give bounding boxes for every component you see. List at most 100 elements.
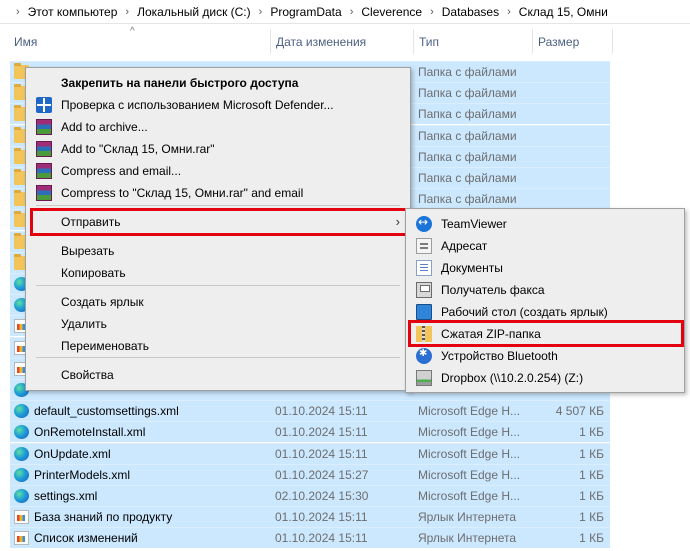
file-name: База знаний по продукту	[34, 510, 173, 525]
link-icon	[14, 531, 29, 546]
fax-icon	[416, 282, 432, 298]
file-date: 01.10.2024 15:11	[275, 510, 368, 525]
menu-add-to-archive-item[interactable]: Add to archive...	[26, 116, 410, 138]
zip-folder-highlight-box	[408, 320, 684, 347]
menu-item-label: Compress and email...	[61, 164, 182, 178]
breadcrumb-item-databases[interactable]: Databases	[442, 5, 499, 19]
submenu-item-label: Получатель факса	[441, 283, 545, 297]
menu-item-label: Создать ярлык	[61, 295, 144, 309]
file-type: Папка с файлами	[418, 171, 517, 185]
file-size: 4 507 КБ	[555, 404, 604, 419]
edge-icon	[14, 489, 29, 503]
menu-separator	[36, 357, 400, 358]
submenu-item-label: Адресат	[441, 239, 488, 253]
submenu-item-label: TeamViewer	[441, 217, 507, 231]
submenu-documents-item[interactable]: Документы	[406, 257, 684, 279]
file-row[interactable]: default_customsettings.xml 01.10.2024 15:…	[10, 400, 610, 422]
menu-item-label: Проверка с использованием Microsoft Defe…	[61, 98, 334, 112]
breadcrumb-item-cleverence[interactable]: Cleverence	[361, 5, 422, 19]
file-date: 01.10.2024 15:11	[275, 425, 368, 440]
menu-item-label: Закрепить на панели быстрого доступа	[61, 76, 299, 90]
link-icon	[14, 510, 29, 525]
breadcrumb-item-this-pc[interactable]: Этот компьютер	[28, 5, 118, 19]
bluetooth-icon	[416, 348, 432, 364]
file-type: Ярлык Интернета	[418, 531, 517, 546]
submenu-mail-recipient-item[interactable]: Адресат	[406, 235, 684, 257]
breadcrumb-separator: ›	[125, 5, 130, 18]
menu-item-label: Удалить	[61, 317, 107, 331]
file-name: settings.xml	[34, 489, 98, 503]
menu-compress-email-item[interactable]: Compress and email...	[26, 160, 410, 182]
winrar-icon	[36, 185, 52, 201]
submenu-fax-recipient-item[interactable]: Получатель факса	[406, 279, 684, 301]
menu-item-label: Копировать	[61, 266, 126, 280]
breadcrumb-separator: ›	[507, 5, 511, 18]
menu-cut-item[interactable]: Вырезать	[26, 240, 410, 262]
breadcrumb-separator: ›	[16, 5, 20, 18]
contacts-icon	[416, 238, 432, 254]
submenu-teamviewer-item[interactable]: TeamViewer	[406, 213, 684, 235]
file-row[interactable]: OnUpdate.xml 01.10.2024 15:11 Microsoft Ed…	[10, 442, 610, 464]
breadcrumb-separator: ›	[430, 5, 434, 18]
column-header: Имя Дата изменения Тип Размер	[0, 25, 690, 58]
file-row[interactable]: Список изменений 01.10.2024 15:11 Ярлык Ин…	[10, 527, 610, 549]
menu-pin-quick-access-item[interactable]: Закрепить на панели быстрого доступа	[26, 72, 410, 94]
file-type: Папка с файлами	[418, 192, 517, 207]
column-divider[interactable]	[612, 29, 613, 54]
winrar-icon	[36, 163, 52, 179]
winrar-icon	[36, 119, 52, 135]
file-type: Папка с файлами	[418, 107, 517, 122]
menu-separator	[36, 205, 400, 206]
file-type: Microsoft Edge H...	[418, 467, 521, 482]
file-type: Папка с файлами	[418, 149, 517, 164]
file-row[interactable]: OnRemoteInstall.xml 01.10.2024 15:11 Micro…	[10, 421, 610, 443]
menu-defender-scan-item[interactable]: Проверка с использованием Microsoft Defe…	[26, 94, 410, 116]
edge-icon	[14, 446, 29, 461]
file-row[interactable]: PrinterModels.xml 01.10.2024 15:27 Microso…	[10, 463, 610, 485]
edge-icon	[14, 404, 29, 419]
file-row[interactable]: settings.xml 02.10.2024 15:30 Microsoft Ed…	[10, 485, 610, 506]
teamviewer-icon	[416, 215, 432, 232]
file-type: Microsoft Edge H...	[418, 404, 521, 419]
breadcrumb: › Этот компьютер › Локальный диск (C:) ›…	[0, 0, 690, 24]
file-type: Папка с файлами	[418, 65, 517, 79]
file-type: Папка с файлами	[418, 128, 517, 143]
file-name: OnUpdate.xml	[34, 446, 111, 461]
submenu-item-label: Рабочий стол (создать ярлык)	[441, 305, 608, 319]
breadcrumb-item-local-disk[interactable]: Локальный диск (C:)	[137, 5, 251, 19]
menu-rename-item[interactable]: Переименовать	[26, 335, 410, 357]
file-size: 1 КБ	[579, 531, 604, 546]
send-to-submenu: TeamViewer Адресат Документы Получатель фак…	[405, 208, 685, 393]
file-date: 02.10.2024 15:30	[275, 489, 369, 503]
edge-icon	[14, 467, 29, 482]
column-type[interactable]: Тип	[413, 25, 532, 58]
column-name[interactable]: Имя	[8, 25, 270, 58]
breadcrumb-separator: ›	[349, 5, 354, 18]
file-name: PrinterModels.xml	[34, 467, 131, 482]
file-size: 1 КБ	[579, 467, 604, 482]
menu-delete-item[interactable]: Удалить	[26, 313, 410, 335]
file-type: Папка с файлами	[418, 86, 517, 101]
file-type: Ярлык Интернета	[418, 510, 517, 525]
submenu-bluetooth-item[interactable]: Устройство Bluetooth	[406, 345, 684, 367]
menu-compress-rar-email-item[interactable]: Compress to "Склад 15, Омни.rar" and ema…	[26, 182, 410, 204]
column-date[interactable]: Дата изменения	[270, 25, 413, 58]
defender-shield-icon	[36, 97, 52, 113]
breadcrumb-item-programdata[interactable]: ProgramData	[270, 5, 341, 19]
file-row[interactable]: База знаний по продукту 01.10.2024 15:11 Я…	[10, 506, 610, 528]
file-size: 1 КБ	[579, 425, 604, 440]
edge-icon	[14, 425, 29, 440]
menu-properties-item[interactable]: Свойства	[26, 364, 410, 386]
file-type: Microsoft Edge H...	[418, 489, 521, 503]
menu-add-to-rar-item[interactable]: Add to "Склад 15, Омни.rar"	[26, 138, 410, 160]
menu-create-shortcut-item[interactable]: Создать ярлык	[26, 291, 410, 313]
file-size: 1 КБ	[579, 489, 604, 503]
file-name: default_customsettings.xml	[34, 404, 179, 419]
file-type: Microsoft Edge H...	[418, 425, 521, 440]
menu-copy-item[interactable]: Копировать	[26, 262, 410, 284]
breadcrumb-item-current-folder[interactable]: Склад 15, Омни	[519, 5, 608, 19]
file-name: OnRemoteInstall.xml	[34, 425, 146, 440]
file-size: 1 КБ	[579, 510, 604, 525]
column-size[interactable]: Размер	[532, 25, 612, 58]
submenu-dropbox-drive-item[interactable]: Dropbox (\\10.2.0.254) (Z:)	[406, 367, 684, 389]
